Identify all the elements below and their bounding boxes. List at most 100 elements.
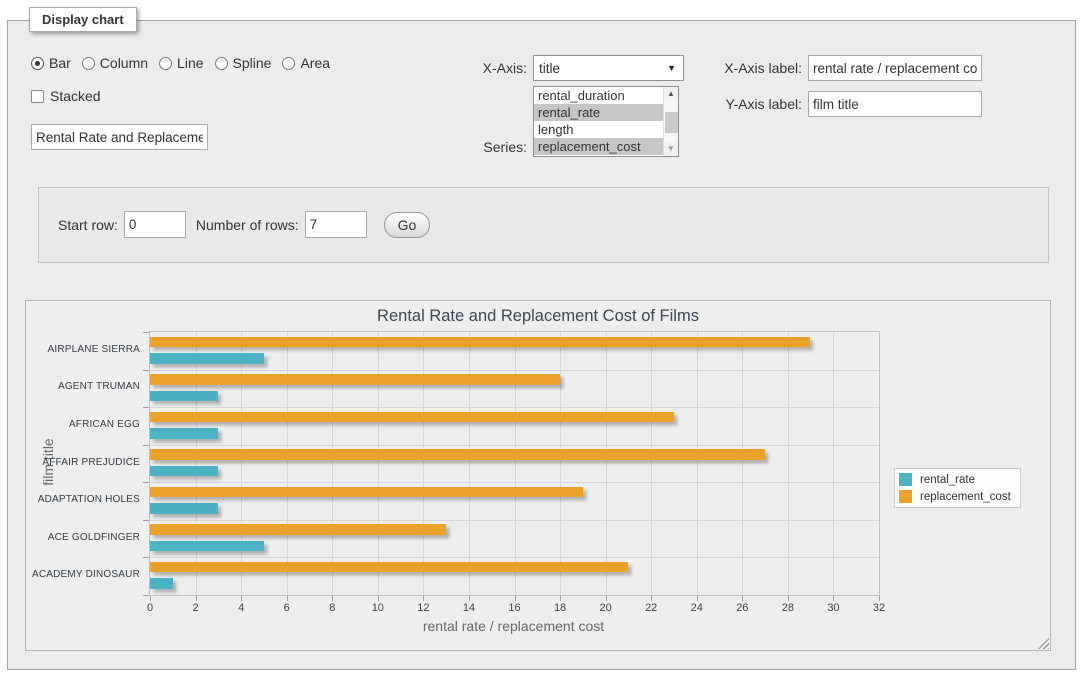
start-row-label: Start row: bbox=[58, 217, 118, 233]
category-label: ADAPTATION HOLES bbox=[26, 494, 140, 505]
x-tick-mark bbox=[332, 596, 333, 601]
bar-rental_rate bbox=[150, 428, 218, 439]
series-select-label: Series: bbox=[455, 139, 527, 155]
chart-type-radio-spline[interactable]: Spline bbox=[215, 55, 272, 71]
x-tick-mark bbox=[423, 596, 424, 601]
x-tick-mark bbox=[469, 596, 470, 601]
radio-label: Area bbox=[300, 55, 330, 71]
x-tick-label: 2 bbox=[176, 602, 216, 614]
series-scrollbar[interactable]: ▲ ▼ bbox=[663, 87, 678, 156]
x-tick-label: 20 bbox=[586, 602, 626, 614]
x-tick-mark bbox=[241, 596, 242, 601]
x-tick-label: 12 bbox=[403, 602, 443, 614]
series-option-replacement_cost[interactable]: replacement_cost bbox=[534, 138, 663, 155]
y-axis-label-input[interactable] bbox=[808, 91, 982, 117]
scrollbar-thumb[interactable] bbox=[665, 112, 678, 133]
x-axis-title: rental rate / replacement cost bbox=[149, 618, 878, 634]
x-tick-label: 0 bbox=[130, 602, 170, 614]
category-label: AFRICAN EGG bbox=[26, 419, 140, 430]
radio-label: Line bbox=[177, 55, 203, 71]
number-of-rows-input[interactable] bbox=[305, 211, 367, 238]
series-option-length[interactable]: length bbox=[534, 121, 663, 138]
x-axis-select[interactable]: title ▼ bbox=[533, 55, 684, 81]
bar-rental_rate bbox=[150, 578, 173, 589]
y-tick-mark bbox=[143, 520, 149, 521]
legend-swatch-icon bbox=[899, 490, 912, 503]
gridline-vertical bbox=[606, 332, 607, 595]
chart-container: Rental Rate and Replacement Cost of Film… bbox=[25, 300, 1051, 651]
start-row-input[interactable] bbox=[124, 211, 186, 238]
category-label: AGENT TRUMAN bbox=[26, 381, 140, 392]
y-tick-mark bbox=[143, 332, 149, 333]
y-tick-mark bbox=[143, 407, 149, 408]
gridline-horizontal bbox=[150, 370, 879, 371]
radio-icon[interactable] bbox=[282, 57, 295, 70]
category-label: ACADEMY DINOSAUR bbox=[26, 569, 140, 580]
x-tick-mark bbox=[606, 596, 607, 601]
radio-icon[interactable] bbox=[215, 57, 228, 70]
legend-label: rental_rate bbox=[920, 474, 975, 486]
x-axis-select-label: X-Axis: bbox=[455, 60, 527, 76]
go-button[interactable]: Go bbox=[384, 212, 431, 238]
chart-type-radio-bar[interactable]: Bar bbox=[31, 55, 71, 71]
radio-label: Bar bbox=[49, 55, 71, 71]
bar-rental_rate bbox=[150, 391, 218, 402]
gridline-vertical bbox=[560, 332, 561, 595]
gridline-vertical bbox=[515, 332, 516, 595]
y-tick-mark bbox=[143, 595, 149, 596]
bar-rental_rate bbox=[150, 353, 264, 364]
gridline-vertical bbox=[833, 332, 834, 595]
y-tick-mark bbox=[143, 557, 149, 558]
gridline-vertical bbox=[423, 332, 424, 595]
x-tick-mark bbox=[833, 596, 834, 601]
resize-handle-icon[interactable] bbox=[1038, 638, 1049, 649]
x-axis-label-input[interactable] bbox=[808, 55, 982, 81]
x-tick-label: 32 bbox=[859, 602, 899, 614]
chart-plot-area bbox=[149, 331, 880, 596]
legend-swatch-icon bbox=[899, 473, 912, 486]
bar-rental_rate bbox=[150, 503, 218, 514]
series-multiselect[interactable]: rental_durationrental_ratelengthreplacem… bbox=[533, 86, 679, 157]
x-tick-mark bbox=[150, 596, 151, 601]
chart-legend: rental_rate replacement_cost bbox=[894, 468, 1021, 508]
gridline-vertical bbox=[697, 332, 698, 595]
radio-icon[interactable] bbox=[82, 57, 95, 70]
rows-form: Start row: Number of rows: Go bbox=[39, 188, 1048, 238]
scroll-down-icon[interactable]: ▼ bbox=[664, 142, 678, 156]
chart-type-radio-line[interactable]: Line bbox=[159, 55, 203, 71]
x-tick-label: 14 bbox=[449, 602, 489, 614]
y-axis-label-field-label: Y-Axis label: bbox=[712, 96, 802, 112]
x-tick-mark bbox=[879, 596, 880, 601]
gridline-vertical bbox=[742, 332, 743, 595]
x-tick-label: 4 bbox=[221, 602, 261, 614]
radio-icon[interactable] bbox=[159, 57, 172, 70]
x-tick-label: 26 bbox=[722, 602, 762, 614]
x-tick-label: 24 bbox=[677, 602, 717, 614]
bar-replacement_cost bbox=[150, 374, 560, 385]
legend-item-rental_rate: rental_rate bbox=[899, 473, 1011, 486]
radio-icon[interactable] bbox=[31, 57, 44, 70]
bar-rental_rate bbox=[150, 541, 264, 552]
chart-type-radio-column[interactable]: Column bbox=[82, 55, 148, 71]
x-tick-label: 28 bbox=[768, 602, 808, 614]
radio-label: Column bbox=[100, 55, 148, 71]
x-tick-label: 22 bbox=[631, 602, 671, 614]
x-tick-mark bbox=[287, 596, 288, 601]
x-tick-label: 10 bbox=[358, 602, 398, 614]
legend-item-replacement_cost: replacement_cost bbox=[899, 490, 1011, 503]
x-tick-label: 8 bbox=[312, 602, 352, 614]
x-tick-mark bbox=[651, 596, 652, 601]
chart-type-radio-area[interactable]: Area bbox=[282, 55, 330, 71]
x-tick-label: 16 bbox=[495, 602, 535, 614]
series-option-rental_duration[interactable]: rental_duration bbox=[534, 87, 663, 104]
stacked-checkbox[interactable] bbox=[31, 90, 44, 103]
gridline-vertical bbox=[196, 332, 197, 595]
series-option-rental_rate[interactable]: rental_rate bbox=[534, 104, 663, 121]
gridline-vertical bbox=[788, 332, 789, 595]
y-tick-mark bbox=[143, 370, 149, 371]
bar-replacement_cost bbox=[150, 487, 583, 498]
chevron-down-icon: ▼ bbox=[667, 63, 676, 73]
chart-title-input[interactable] bbox=[31, 124, 208, 150]
gridline-horizontal bbox=[150, 482, 879, 483]
scroll-up-icon[interactable]: ▲ bbox=[664, 87, 678, 101]
